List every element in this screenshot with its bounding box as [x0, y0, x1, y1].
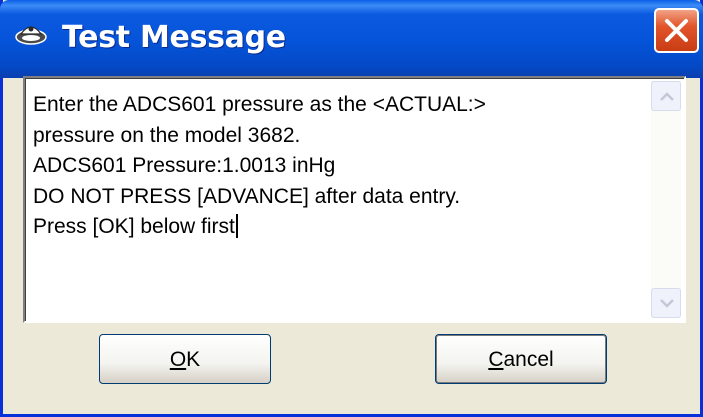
cancel-button[interactable]: Cancel — [435, 334, 607, 384]
title-bar[interactable]: Test Message — [0, 0, 703, 78]
message-textarea[interactable]: Enter the ADCS601 pressure as the <ACTUA… — [23, 76, 686, 323]
app-icon — [15, 26, 47, 45]
message-text: Enter the ADCS601 pressure as the <ACTUA… — [33, 90, 633, 243]
scroll-down-button[interactable] — [651, 288, 681, 318]
ok-button[interactable]: OK — [99, 334, 271, 384]
message-line-last: Press [OK] below first — [33, 212, 633, 243]
cancel-button-label: Cancel — [488, 348, 554, 371]
dialog-window: Test Message Enter the ADCS601 pressure … — [0, 0, 703, 417]
scroll-down-arrow-icon — [660, 299, 674, 308]
scroll-up-arrow-icon — [660, 92, 674, 101]
message-line-text: Press [OK] below first — [33, 215, 235, 239]
message-line: pressure on the model 3682. — [33, 123, 301, 147]
text-caret — [235, 214, 238, 239]
message-line: ADCS601 Pressure:1.0013 inHg — [33, 154, 336, 178]
message-line: Enter the ADCS601 pressure as the <ACTUA… — [33, 93, 486, 116]
window-title: Test Message — [62, 20, 286, 55]
message-line: DO NOT PRESS [ADVANCE] after data entry. — [33, 184, 461, 208]
vertical-scrollbar[interactable] — [651, 81, 681, 318]
close-button[interactable] — [654, 8, 699, 53]
scroll-up-button[interactable] — [651, 81, 681, 111]
close-icon — [665, 19, 688, 42]
ok-button-label: OK — [169, 348, 201, 371]
